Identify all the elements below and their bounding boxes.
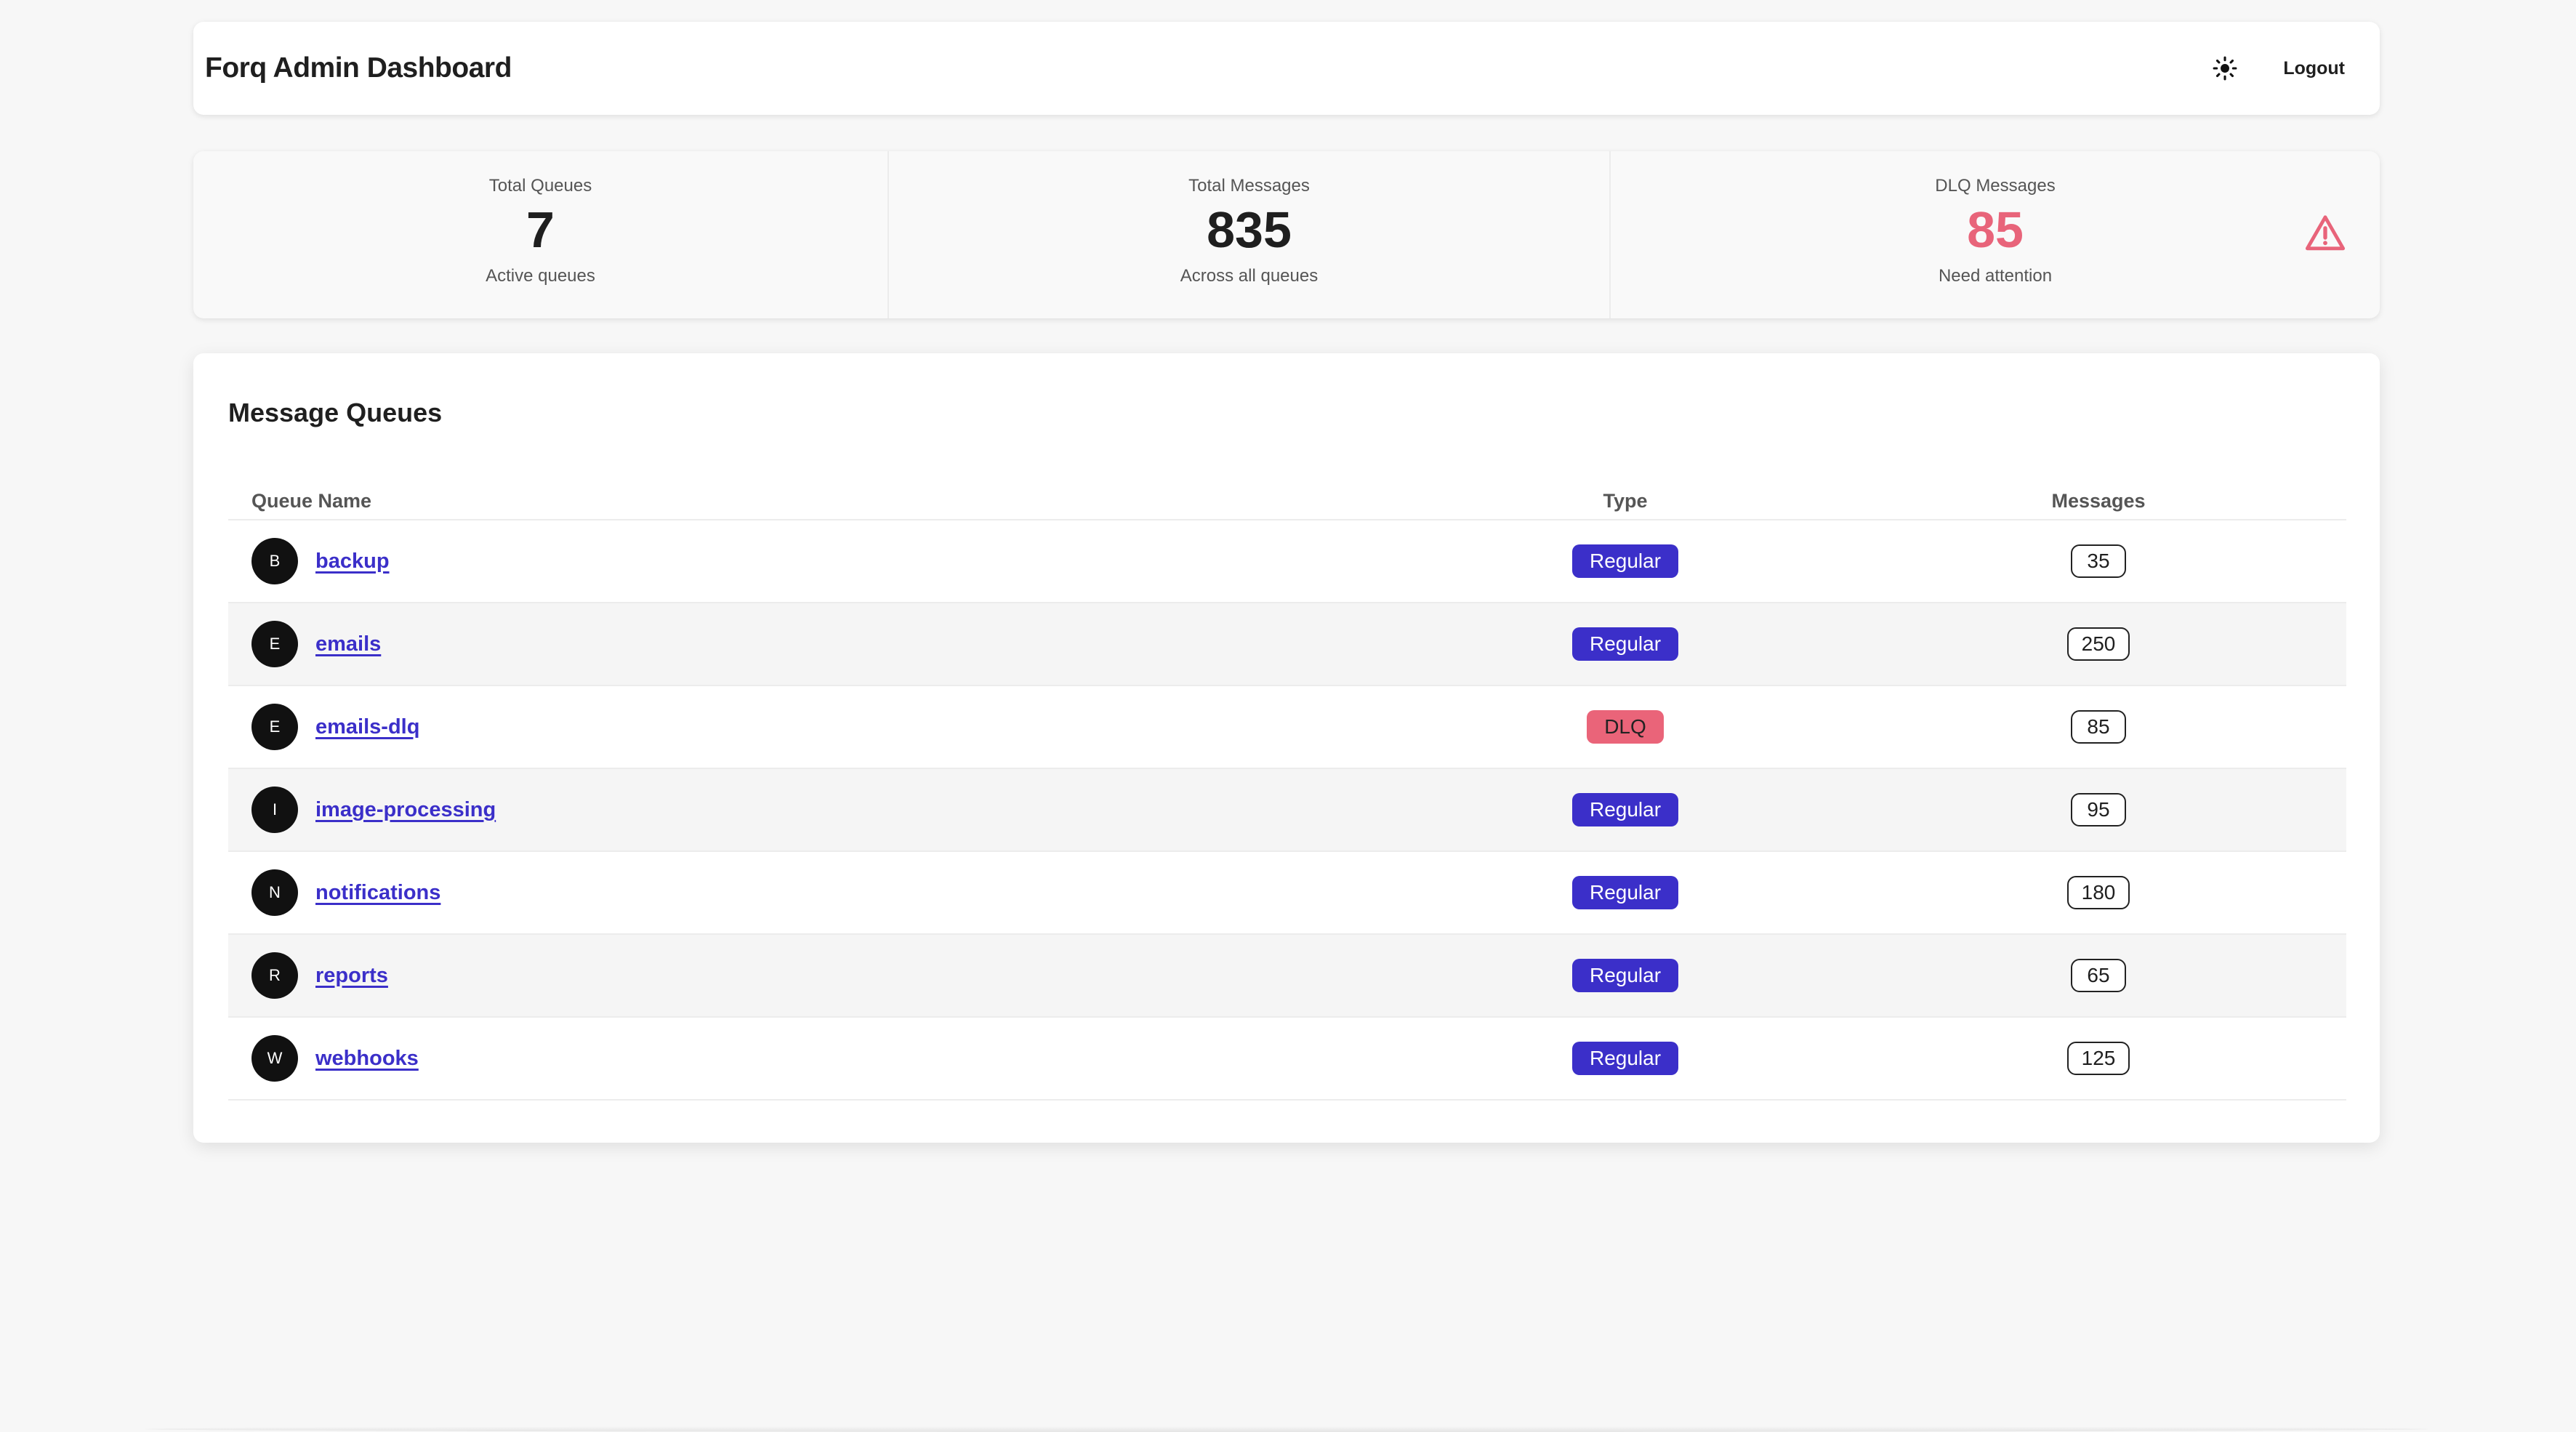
queue-link[interactable]: webhooks: [315, 1047, 419, 1071]
avatar: E: [251, 704, 298, 750]
message-count-badge: 125: [2066, 1042, 2130, 1075]
app-title: Forq Admin Dashboard: [205, 52, 512, 84]
message-count-badge: 95: [2071, 793, 2126, 826]
column-header-type: Type: [1400, 483, 1851, 520]
queue-link[interactable]: emails-dlq: [315, 715, 419, 739]
stat-value: 7: [526, 201, 555, 258]
queue-link[interactable]: reports: [315, 964, 388, 988]
stats-panel: Total Queues 7 Active queues Total Messa…: [193, 151, 2380, 318]
stat-description: Need attention: [1938, 265, 2053, 286]
logout-button[interactable]: Logout: [2277, 51, 2351, 87]
avatar: E: [251, 621, 298, 667]
column-header-queue-name: Queue Name: [228, 483, 1400, 520]
avatar: B: [251, 538, 298, 584]
message-count-badge: 85: [2071, 710, 2126, 744]
stat-label: Total Messages: [1188, 176, 1310, 196]
stat-description: Across all queues: [1180, 265, 1319, 286]
queue-link[interactable]: emails: [315, 632, 381, 656]
queue-link[interactable]: notifications: [315, 881, 440, 905]
type-badge: Regular: [1571, 959, 1679, 992]
stat-total-queues: Total Queues 7 Active queues: [193, 151, 887, 318]
table-row: Eemails Regular 250: [228, 603, 2346, 686]
stat-dlq-messages: DLQ Messages 85 Need attention: [1609, 151, 2380, 318]
stat-value: 85: [1967, 201, 2024, 258]
type-badge: Regular: [1571, 627, 1679, 661]
stat-value: 835: [1207, 201, 1292, 258]
table-row: Rreports Regular 65: [228, 934, 2346, 1018]
type-badge: Regular: [1571, 876, 1679, 909]
header-actions: Logout: [2205, 48, 2351, 89]
section-title: Message Queues: [228, 398, 443, 427]
column-header-messages: Messages: [1851, 483, 2346, 520]
type-badge: Regular: [1571, 1042, 1679, 1075]
table-row: Eemails-dlq DLQ 85: [228, 685, 2346, 769]
table-row: Nnotifications Regular 180: [228, 851, 2346, 935]
sun-icon: [2213, 56, 2237, 81]
stat-label: DLQ Messages: [1935, 176, 2056, 196]
warning-triangle-icon: [2305, 215, 2346, 251]
table-row: Wwebhooks Regular 125: [228, 1017, 2346, 1101]
stat-label: Total Queues: [488, 176, 592, 196]
bottom-edge-shadow: [145, 1426, 2428, 1432]
message-count-badge: 180: [2066, 876, 2130, 909]
queue-link[interactable]: backup: [315, 550, 390, 574]
table-row: Iimage-processing Regular 95: [228, 768, 2346, 852]
message-queues-card: Message Queues Queue Name Type Messages …: [193, 353, 2380, 1143]
theme-toggle-button[interactable]: [2205, 48, 2245, 89]
avatar: I: [251, 787, 298, 833]
message-count-badge: 65: [2071, 959, 2126, 992]
table-header-row: Queue Name Type Messages: [228, 483, 2346, 520]
type-badge: Regular: [1571, 793, 1679, 826]
avatar: N: [251, 869, 298, 916]
type-badge-dlq: DLQ: [1587, 710, 1664, 744]
queues-table: Queue Name Type Messages Bbackup Regular…: [228, 483, 2346, 1101]
type-badge: Regular: [1571, 544, 1679, 578]
stat-total-messages: Total Messages 835 Across all queues: [887, 151, 1609, 318]
top-header: Forq Admin Dashboard Logout: [193, 22, 2380, 115]
table-row: Bbackup Regular 35: [228, 520, 2346, 603]
stat-description: Active queues: [486, 265, 595, 286]
message-count-badge: 35: [2071, 544, 2126, 578]
avatar: R: [251, 952, 298, 999]
message-count-badge: 250: [2066, 627, 2130, 661]
avatar: W: [251, 1035, 298, 1082]
queue-link[interactable]: image-processing: [315, 798, 496, 822]
